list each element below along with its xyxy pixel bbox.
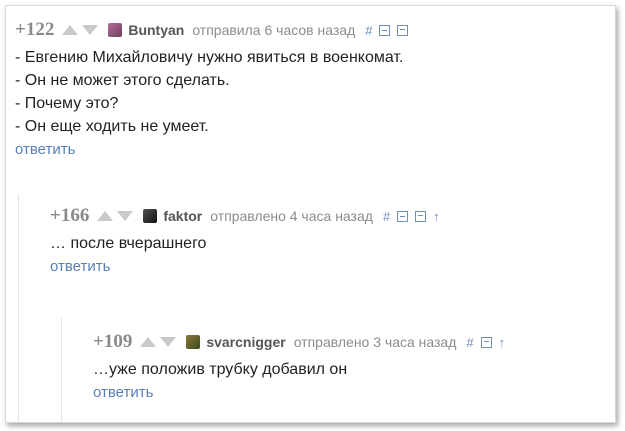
- comment-line: …уже положив трубку добавил он: [93, 361, 348, 378]
- comment-body: …уже положив трубку добавил он: [93, 358, 615, 381]
- vote-controls: [97, 211, 134, 221]
- comment-body: - Евгению Михайловичу нужно явиться в во…: [15, 46, 615, 138]
- comment-timestamp[interactable]: отправила 6 часов назад: [192, 22, 355, 38]
- avatar[interactable]: [108, 23, 123, 37]
- save-icon[interactable]: [480, 336, 492, 348]
- comment: +109 svarcnigger отправлено 3 часа назад…: [93, 328, 615, 402]
- comment-author[interactable]: Buntyan: [128, 22, 184, 38]
- comment-rating: +166: [50, 205, 90, 226]
- comment-line: - Почему это?: [15, 95, 119, 112]
- thread-indent-line: [61, 318, 62, 422]
- reply-link[interactable]: ответить: [93, 384, 153, 401]
- comment-line: - Он еще ходить не умеет.: [15, 118, 209, 135]
- comment-body: … после вчерашнего: [50, 232, 615, 255]
- avatar[interactable]: [143, 209, 158, 223]
- comment-header: +122 Buntyan отправила 6 часов назад #: [15, 16, 615, 44]
- downvote-arrow-icon[interactable]: [160, 337, 177, 347]
- comment-author[interactable]: faktor: [163, 208, 202, 224]
- comment-timestamp[interactable]: отправлено 4 часа назад: [210, 208, 373, 224]
- screenshot-frame: +122 Buntyan отправила 6 часов назад # -…: [5, 5, 616, 423]
- save-icon[interactable]: [415, 210, 427, 222]
- parent-arrow-up-icon[interactable]: ↑: [499, 335, 506, 350]
- comment-author[interactable]: svarcnigger: [206, 334, 285, 350]
- upvote-arrow-icon[interactable]: [97, 211, 114, 221]
- avatar[interactable]: [186, 335, 201, 349]
- comment-timestamp[interactable]: отправлено 3 часа назад: [294, 334, 457, 350]
- comment-line: - Евгению Михайловичу нужно явиться в во…: [15, 49, 404, 66]
- permalink-hash-icon[interactable]: #: [365, 23, 372, 38]
- upvote-arrow-icon[interactable]: [62, 25, 79, 35]
- permalink-hash-icon[interactable]: #: [466, 335, 473, 350]
- downvote-arrow-icon[interactable]: [82, 25, 99, 35]
- comment-header: +109 svarcnigger отправлено 3 часа назад…: [93, 328, 615, 356]
- reply-link[interactable]: ответить: [50, 258, 110, 275]
- comment-rating: +109: [93, 331, 133, 352]
- save-icon[interactable]: [397, 24, 409, 36]
- vote-controls: [62, 25, 99, 35]
- comment: +166 faktor отправлено 4 часа назад # ↑ …: [50, 202, 615, 276]
- thread-indent-line: [18, 194, 19, 422]
- collapse-icon[interactable]: [397, 210, 409, 222]
- permalink-hash-icon[interactable]: #: [383, 209, 390, 224]
- comment-line: … после вчерашнего: [50, 235, 207, 252]
- collapse-icon[interactable]: [379, 24, 391, 36]
- parent-arrow-up-icon[interactable]: ↑: [433, 209, 440, 224]
- reply-link[interactable]: ответить: [15, 141, 75, 158]
- comment-rating: +122: [15, 19, 55, 40]
- vote-controls: [140, 337, 177, 347]
- upvote-arrow-icon[interactable]: [140, 337, 157, 347]
- comment: +122 Buntyan отправила 6 часов назад # -…: [15, 16, 615, 159]
- comment-header: +166 faktor отправлено 4 часа назад # ↑: [50, 202, 615, 230]
- downvote-arrow-icon[interactable]: [117, 211, 134, 221]
- comment-line: - Он не может этого сделать.: [15, 72, 230, 89]
